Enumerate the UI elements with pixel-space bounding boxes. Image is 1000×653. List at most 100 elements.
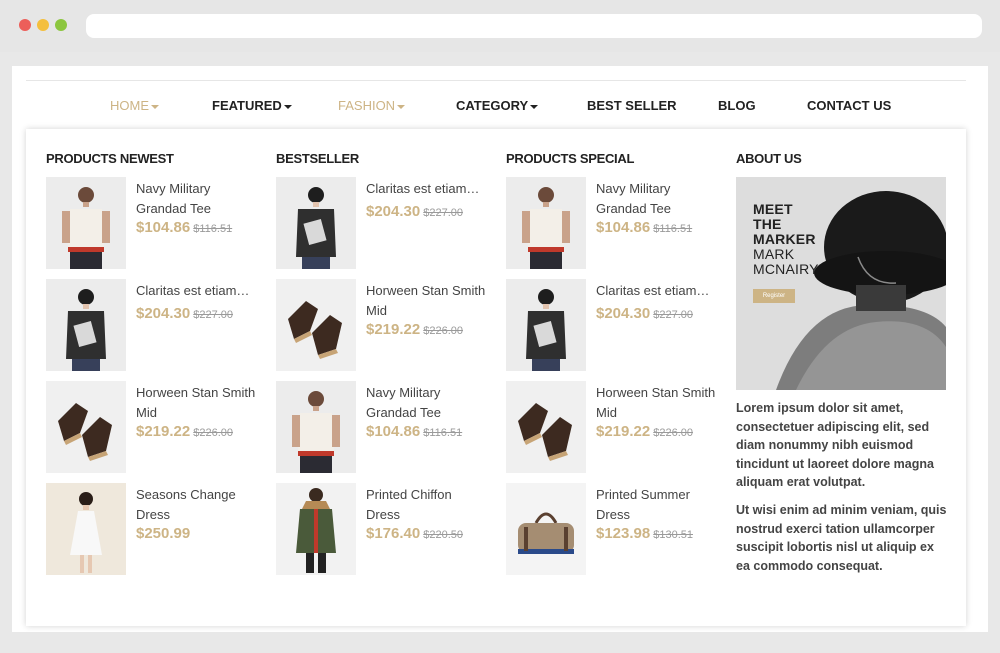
price-current: $219.22 — [366, 321, 421, 338]
product-name[interactable]: Navy Military Grandad Tee — [596, 179, 716, 219]
nav-label: CONTACT US — [807, 98, 892, 113]
page: HOME FEATURED FASHION CATEGORY BEST SELL… — [12, 66, 988, 632]
product-image-duffel-bag[interactable] — [506, 483, 586, 575]
column-title: PRODUCTS SPECIAL — [506, 151, 635, 166]
product-price: $104.86 $116.51 — [366, 423, 462, 440]
product-item[interactable]: Claritas est etiam… $204.30 $227.00 — [46, 279, 256, 371]
price-current: $219.22 — [596, 423, 651, 440]
address-bar[interactable] — [86, 14, 982, 38]
product-item[interactable]: Printed Summer Dress $123.98 $130.51 — [506, 483, 716, 575]
product-price: $123.98 $130.51 — [596, 525, 693, 542]
product-item[interactable]: Horween Stan Smith Mid $219.22 $226.00 — [276, 279, 486, 371]
price-current: $123.98 — [596, 525, 651, 542]
product-item[interactable]: Navy Military Grandad Tee $104.86 $116.51 — [46, 177, 256, 269]
price-old: $227.00 — [193, 309, 233, 321]
product-item[interactable]: Navy Military Grandad Tee $104.86 $116.51 — [506, 177, 716, 269]
nav-label: CATEGORY — [456, 98, 529, 113]
nav-item-fashion[interactable]: FASHION — [338, 98, 406, 113]
product-item[interactable]: Horween Stan Smith Mid $219.22 $226.00 — [46, 381, 256, 473]
divider — [26, 80, 966, 81]
product-name[interactable]: Claritas est etiam… — [366, 179, 486, 199]
close-window-button[interactable] — [19, 19, 31, 31]
product-image-man-tshirt[interactable] — [46, 177, 126, 269]
promo-subline: MARK — [753, 246, 795, 262]
product-item[interactable]: Seasons Change Dress $250.99 — [46, 483, 256, 575]
product-item[interactable]: Printed Chiffon Dress $176.40 $220.50 — [276, 483, 486, 575]
product-price: $250.99 — [136, 525, 190, 542]
price-current: $250.99 — [136, 525, 191, 542]
nav-item-category[interactable]: CATEGORY — [456, 98, 539, 113]
about-paragraph: Ut wisi enim ad minim veniam, quis nostr… — [736, 503, 947, 573]
product-item[interactable]: Claritas est etiam… $204.30 $227.00 — [506, 279, 716, 371]
product-item[interactable]: Horween Stan Smith Mid $219.22 $226.00 — [506, 381, 716, 473]
price-old: $226.00 — [193, 427, 233, 439]
nav-label: FEATURED — [212, 98, 282, 113]
nav-item-featured[interactable]: FEATURED — [212, 98, 292, 113]
price-old: $116.51 — [653, 223, 693, 235]
chevron-down-icon — [151, 104, 159, 109]
price-old: $227.00 — [653, 309, 693, 321]
product-name[interactable]: Printed Summer Dress — [596, 485, 716, 525]
product-item[interactable]: Navy Military Grandad Tee $104.86 $116.51 — [276, 381, 486, 473]
nav-item-best-seller[interactable]: BEST SELLER — [587, 98, 677, 113]
product-price: $104.86 $116.51 — [596, 219, 692, 236]
product-name[interactable]: Navy Military Grandad Tee — [366, 383, 486, 423]
chevron-down-icon — [530, 104, 539, 109]
price-old: $116.51 — [193, 223, 233, 235]
mega-menu-panel: PRODUCTS NEWEST Navy Military Grandad Te… — [26, 129, 966, 626]
column-title: BESTSELLER — [276, 151, 359, 166]
product-price: $219.22 $226.00 — [136, 423, 233, 440]
nav-item-home[interactable]: HOME — [110, 98, 159, 113]
product-price: $219.22 $226.00 — [596, 423, 693, 440]
nav-item-contact-us[interactable]: CONTACT US — [807, 98, 891, 113]
promo-headline: MARKER — [753, 231, 816, 247]
price-current: $219.22 — [136, 423, 191, 440]
price-current: $104.86 — [596, 219, 651, 236]
product-image-boots[interactable] — [276, 279, 356, 371]
product-image-green-parka[interactable] — [276, 483, 356, 575]
promo-banner[interactable]: MEET THE MARKER MARK MCNAIRY Register — [736, 177, 946, 390]
product-price: $204.30 $227.00 — [366, 203, 463, 220]
chevron-down-icon — [283, 104, 292, 109]
product-name[interactable]: Seasons Change Dress — [136, 485, 256, 525]
product-image-woman-sweater[interactable] — [276, 177, 356, 269]
product-image-white-dress[interactable] — [46, 483, 126, 575]
product-name[interactable]: Printed Chiffon Dress — [366, 485, 486, 525]
product-image-boots[interactable] — [506, 381, 586, 473]
about-paragraph: Lorem ipsum dolor sit amet, consectetuer… — [736, 401, 934, 489]
product-price: $176.40 $220.50 — [366, 525, 463, 542]
product-item[interactable]: Claritas est etiam… $204.30 $227.00 — [276, 177, 486, 269]
product-name[interactable]: Navy Military Grandad Tee — [136, 179, 256, 219]
price-old: $220.50 — [423, 529, 463, 541]
price-current: $204.30 — [136, 305, 191, 322]
price-current: $104.86 — [136, 219, 191, 236]
product-name[interactable]: Horween Stan Smith Mid — [366, 281, 486, 321]
main-nav: HOME FEATURED FASHION CATEGORY BEST SELL… — [26, 92, 966, 118]
product-name[interactable]: Claritas est etiam… — [596, 281, 716, 301]
product-price: $219.22 $226.00 — [366, 321, 463, 338]
price-current: $204.30 — [596, 305, 651, 322]
maximize-window-button[interactable] — [55, 19, 67, 31]
minimize-window-button[interactable] — [37, 19, 49, 31]
product-image-man-tshirt[interactable] — [506, 177, 586, 269]
promo-headline: THE — [753, 216, 782, 232]
product-name[interactable]: Horween Stan Smith Mid — [596, 383, 716, 423]
about-us-title: ABOUT US — [736, 151, 802, 166]
nav-item-blog[interactable]: BLOG — [718, 98, 756, 113]
promo-subline: MCNAIRY — [753, 261, 819, 277]
nav-label: BEST SELLER — [587, 98, 677, 113]
product-name[interactable]: Horween Stan Smith Mid — [136, 383, 256, 423]
register-button[interactable]: Register — [753, 289, 795, 303]
price-current: $176.40 — [366, 525, 421, 542]
chevron-down-icon — [397, 104, 406, 109]
product-image-boots[interactable] — [46, 381, 126, 473]
product-image-woman-sweater[interactable] — [46, 279, 126, 371]
product-price: $104.86 $116.51 — [136, 219, 232, 236]
price-old: $226.00 — [423, 325, 463, 337]
browser-chrome — [0, 0, 1000, 52]
product-image-woman-sweater[interactable] — [506, 279, 586, 371]
product-name[interactable]: Claritas est etiam… — [136, 281, 256, 301]
product-image-man-tshirt[interactable] — [276, 381, 356, 473]
price-old: $226.00 — [653, 427, 693, 439]
nav-label: BLOG — [718, 98, 756, 113]
